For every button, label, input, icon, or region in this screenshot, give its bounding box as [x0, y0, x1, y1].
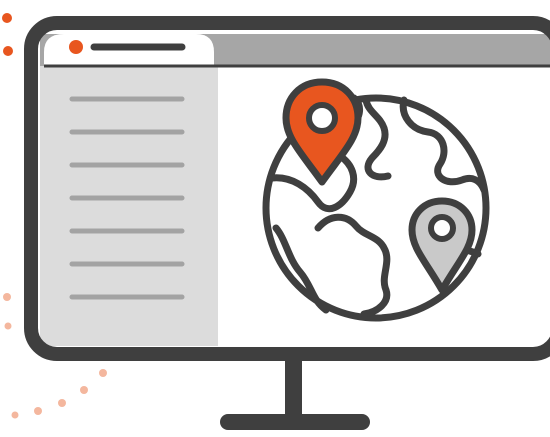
faded-dot [3, 293, 11, 301]
accent-dot [3, 46, 13, 56]
accent-dot [2, 13, 12, 23]
monitor-stand [220, 354, 370, 430]
monitor-illustration [2, 13, 550, 430]
faded-dot [58, 399, 66, 407]
tab-indicator-dot [69, 40, 83, 54]
faded-dot [4, 322, 12, 330]
faded-dot [99, 369, 107, 377]
faded-dot [80, 386, 88, 394]
faded-dot [11, 411, 19, 419]
faded-dot [34, 407, 42, 415]
illustration-stage [0, 0, 550, 437]
